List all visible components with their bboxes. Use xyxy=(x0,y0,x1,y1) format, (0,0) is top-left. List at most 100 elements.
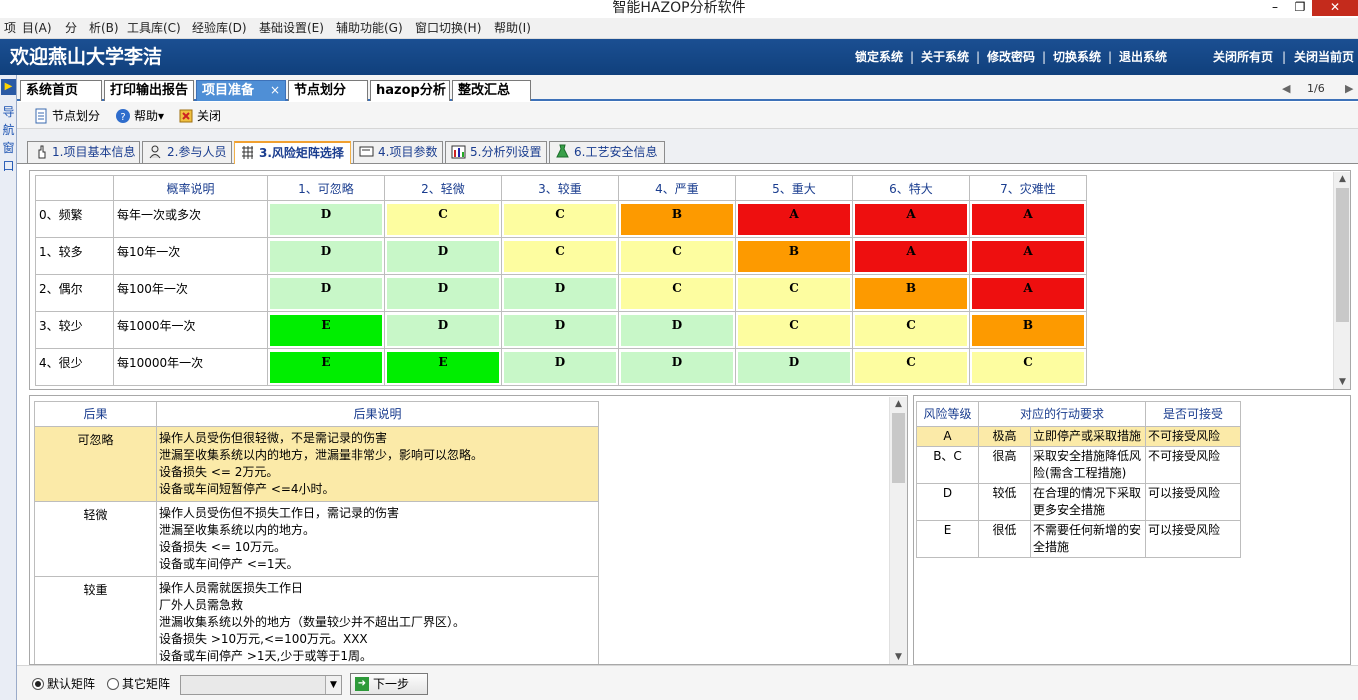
matrix-cell[interactable]: D xyxy=(384,311,502,349)
tab-risk-matrix[interactable]: 3.风险矩阵选择 xyxy=(234,141,351,164)
matrix-cell[interactable]: D xyxy=(267,237,385,275)
consequence-row[interactable]: 较重 操作人员需就医损失工作日 厂外人员需急救 泄漏收集系统以外的地方（数量较少并不超… xyxy=(34,576,599,664)
tab-hazop-analysis[interactable]: hazop分析 xyxy=(370,80,450,101)
menu-project-prefix[interactable]: 项 xyxy=(4,20,16,36)
close-current-page-link[interactable]: 关闭当前页 xyxy=(1294,49,1354,65)
scroll-thumb[interactable] xyxy=(892,413,905,483)
matrix-cell[interactable]: A xyxy=(852,237,970,275)
tab-project-prep[interactable]: 项目准备 × xyxy=(196,80,286,101)
matrix-cell[interactable]: D xyxy=(384,237,502,275)
matrix-cell[interactable]: C xyxy=(735,274,853,312)
matrix-cell[interactable]: B xyxy=(852,274,970,312)
tab-participants[interactable]: 2.参与人员 xyxy=(142,141,232,163)
minimize-button[interactable]: – xyxy=(1262,0,1288,16)
matrix-select[interactable]: ▼ xyxy=(180,675,342,695)
scroll-down-icon[interactable]: ▼ xyxy=(890,652,907,662)
matrix-cell[interactable]: D xyxy=(735,348,853,386)
lock-system-link[interactable]: 锁定系统 xyxy=(855,49,903,65)
matrix-cell[interactable]: C xyxy=(618,274,736,312)
matrix-cell[interactable]: A xyxy=(735,200,853,238)
matrix-cell[interactable]: B xyxy=(618,200,736,238)
restore-button[interactable]: ❐ xyxy=(1287,0,1313,16)
close-window-button[interactable]: ✕ xyxy=(1312,0,1358,16)
risk-row[interactable]: B、C 很高 采取安全措施降低风险(需含工程措施) 不可接受风险 xyxy=(916,446,1241,484)
prev-page-icon[interactable]: ◀ xyxy=(1282,82,1290,95)
matrix-cell[interactable]: C xyxy=(384,200,502,238)
next-page-icon[interactable]: ▶ xyxy=(1345,82,1353,95)
consequence-row[interactable]: 轻微 操作人员受伤但不损失工作日，需记录的伤害 泄漏至收集系统以内的地方。 设备损失 … xyxy=(34,501,599,577)
matrix-cell[interactable]: D xyxy=(267,200,385,238)
menu-aux-functions[interactable]: 辅助功能(G) xyxy=(336,20,403,36)
menu-analysis[interactable]: 分 析(B) xyxy=(65,20,119,36)
matrix-cell[interactable]: C xyxy=(969,348,1087,386)
risk-row[interactable]: A 极高 立即停产或采取措施 不可接受风险 xyxy=(916,426,1241,447)
matrix-cell[interactable]: C xyxy=(735,311,853,349)
matrix-cell[interactable]: E xyxy=(267,311,385,349)
expand-arrow-icon[interactable]: ▶ xyxy=(1,79,16,95)
tab-close-icon[interactable]: × xyxy=(270,81,280,100)
risk-level-value: D xyxy=(386,276,500,310)
matrix-cell[interactable]: D xyxy=(618,311,736,349)
menu-window-switch[interactable]: 窗口切换(H) xyxy=(415,20,481,36)
tab-analysis-columns[interactable]: 5.分析列设置 xyxy=(445,141,547,163)
tab-rectification-summary[interactable]: 整改汇总 xyxy=(452,80,531,101)
matrix-cell[interactable]: B xyxy=(969,311,1087,349)
matrix-cell[interactable]: D xyxy=(501,348,619,386)
risk-row[interactable]: E 很低 不需要任何新增的安全措施 可以接受风险 xyxy=(916,520,1241,558)
probability-desc: 每10000年一次 xyxy=(113,348,268,386)
other-matrix-radio[interactable]: 其它矩阵 xyxy=(106,676,170,692)
matrix-cell[interactable]: C xyxy=(852,348,970,386)
chevron-down-icon[interactable]: ▼ xyxy=(325,676,341,694)
matrix-cell[interactable]: A xyxy=(852,200,970,238)
close-all-pages-link[interactable]: 关闭所有页 xyxy=(1213,49,1273,65)
scroll-up-icon[interactable]: ▲ xyxy=(1334,174,1351,184)
matrix-cell[interactable]: D xyxy=(384,274,502,312)
consequence-row[interactable]: 可忽略 操作人员受伤但很轻微，不是需记录的伤害 泄漏至收集系统以内的地方，泄漏量非常… xyxy=(34,426,599,502)
tab-print-report[interactable]: 打印输出报告 xyxy=(104,80,194,101)
matrix-scrollbar[interactable]: ▲ ▼ xyxy=(1333,172,1350,389)
matrix-cell[interactable]: E xyxy=(384,348,502,386)
tab-system-home[interactable]: 系统首页 xyxy=(20,80,102,101)
nav-window-strip[interactable]: ▶ 导 航 窗 口 xyxy=(0,75,17,700)
matrix-cell[interactable]: D xyxy=(267,274,385,312)
matrix-cell[interactable]: B xyxy=(735,237,853,275)
risk-degree: 较低 xyxy=(978,483,1031,521)
scroll-up-icon[interactable]: ▲ xyxy=(890,399,907,409)
close-label: 关闭 xyxy=(197,109,222,123)
exit-system-link[interactable]: 退出系统 xyxy=(1119,49,1167,65)
menu-experience[interactable]: 经验库(D) xyxy=(192,20,247,36)
risk-row[interactable]: D 较低 在合理的情况下采取更多安全措施 可以接受风险 xyxy=(916,483,1241,521)
risk-level-value: C xyxy=(971,350,1085,384)
consequence-scrollbar[interactable]: ▲ ▼ xyxy=(889,397,907,664)
scroll-down-icon[interactable]: ▼ xyxy=(1334,377,1351,387)
tab-node-division[interactable]: 节点划分 xyxy=(288,80,368,101)
switch-system-link[interactable]: 切换系统 xyxy=(1053,49,1101,65)
matrix-cell[interactable]: C xyxy=(501,237,619,275)
node-division-button[interactable]: 节点划分 xyxy=(33,107,100,125)
main-tab-bar: 系统首页 打印输出报告 项目准备 × 节点划分 hazop分析 整改汇总 ◀ 1… xyxy=(17,75,1358,101)
next-step-button[interactable]: ➜ 下一步 xyxy=(350,673,428,695)
menu-help[interactable]: 帮助(I) xyxy=(494,20,531,36)
matrix-cell[interactable]: D xyxy=(501,311,619,349)
matrix-cell[interactable]: A xyxy=(969,200,1087,238)
tab-project-params[interactable]: 4.项目参数 xyxy=(353,141,443,163)
tab-project-basic-info[interactable]: 1.项目基本信息 xyxy=(27,141,140,163)
menu-toolbox[interactable]: 工具库(C) xyxy=(127,20,181,36)
help-dropdown-button[interactable]: ? 帮助▾ xyxy=(115,107,164,125)
matrix-cell[interactable]: C xyxy=(618,237,736,275)
matrix-cell[interactable]: D xyxy=(618,348,736,386)
scroll-thumb[interactable] xyxy=(1336,188,1349,322)
change-password-link[interactable]: 修改密码 xyxy=(987,49,1035,65)
menu-basic-settings[interactable]: 基础设置(E) xyxy=(259,20,324,36)
default-matrix-radio[interactable]: 默认矩阵 xyxy=(31,676,95,692)
menu-project[interactable]: 目(A) xyxy=(22,20,52,36)
matrix-cell[interactable]: D xyxy=(501,274,619,312)
matrix-cell[interactable]: A xyxy=(969,237,1087,275)
matrix-cell[interactable]: C xyxy=(852,311,970,349)
about-system-link[interactable]: 关于系统 xyxy=(921,49,969,65)
tab-process-safety-info[interactable]: 6.工艺安全信息 xyxy=(549,141,665,163)
matrix-cell[interactable]: A xyxy=(969,274,1087,312)
matrix-cell[interactable]: E xyxy=(267,348,385,386)
close-button[interactable]: 关闭 xyxy=(178,107,221,125)
matrix-cell[interactable]: C xyxy=(501,200,619,238)
